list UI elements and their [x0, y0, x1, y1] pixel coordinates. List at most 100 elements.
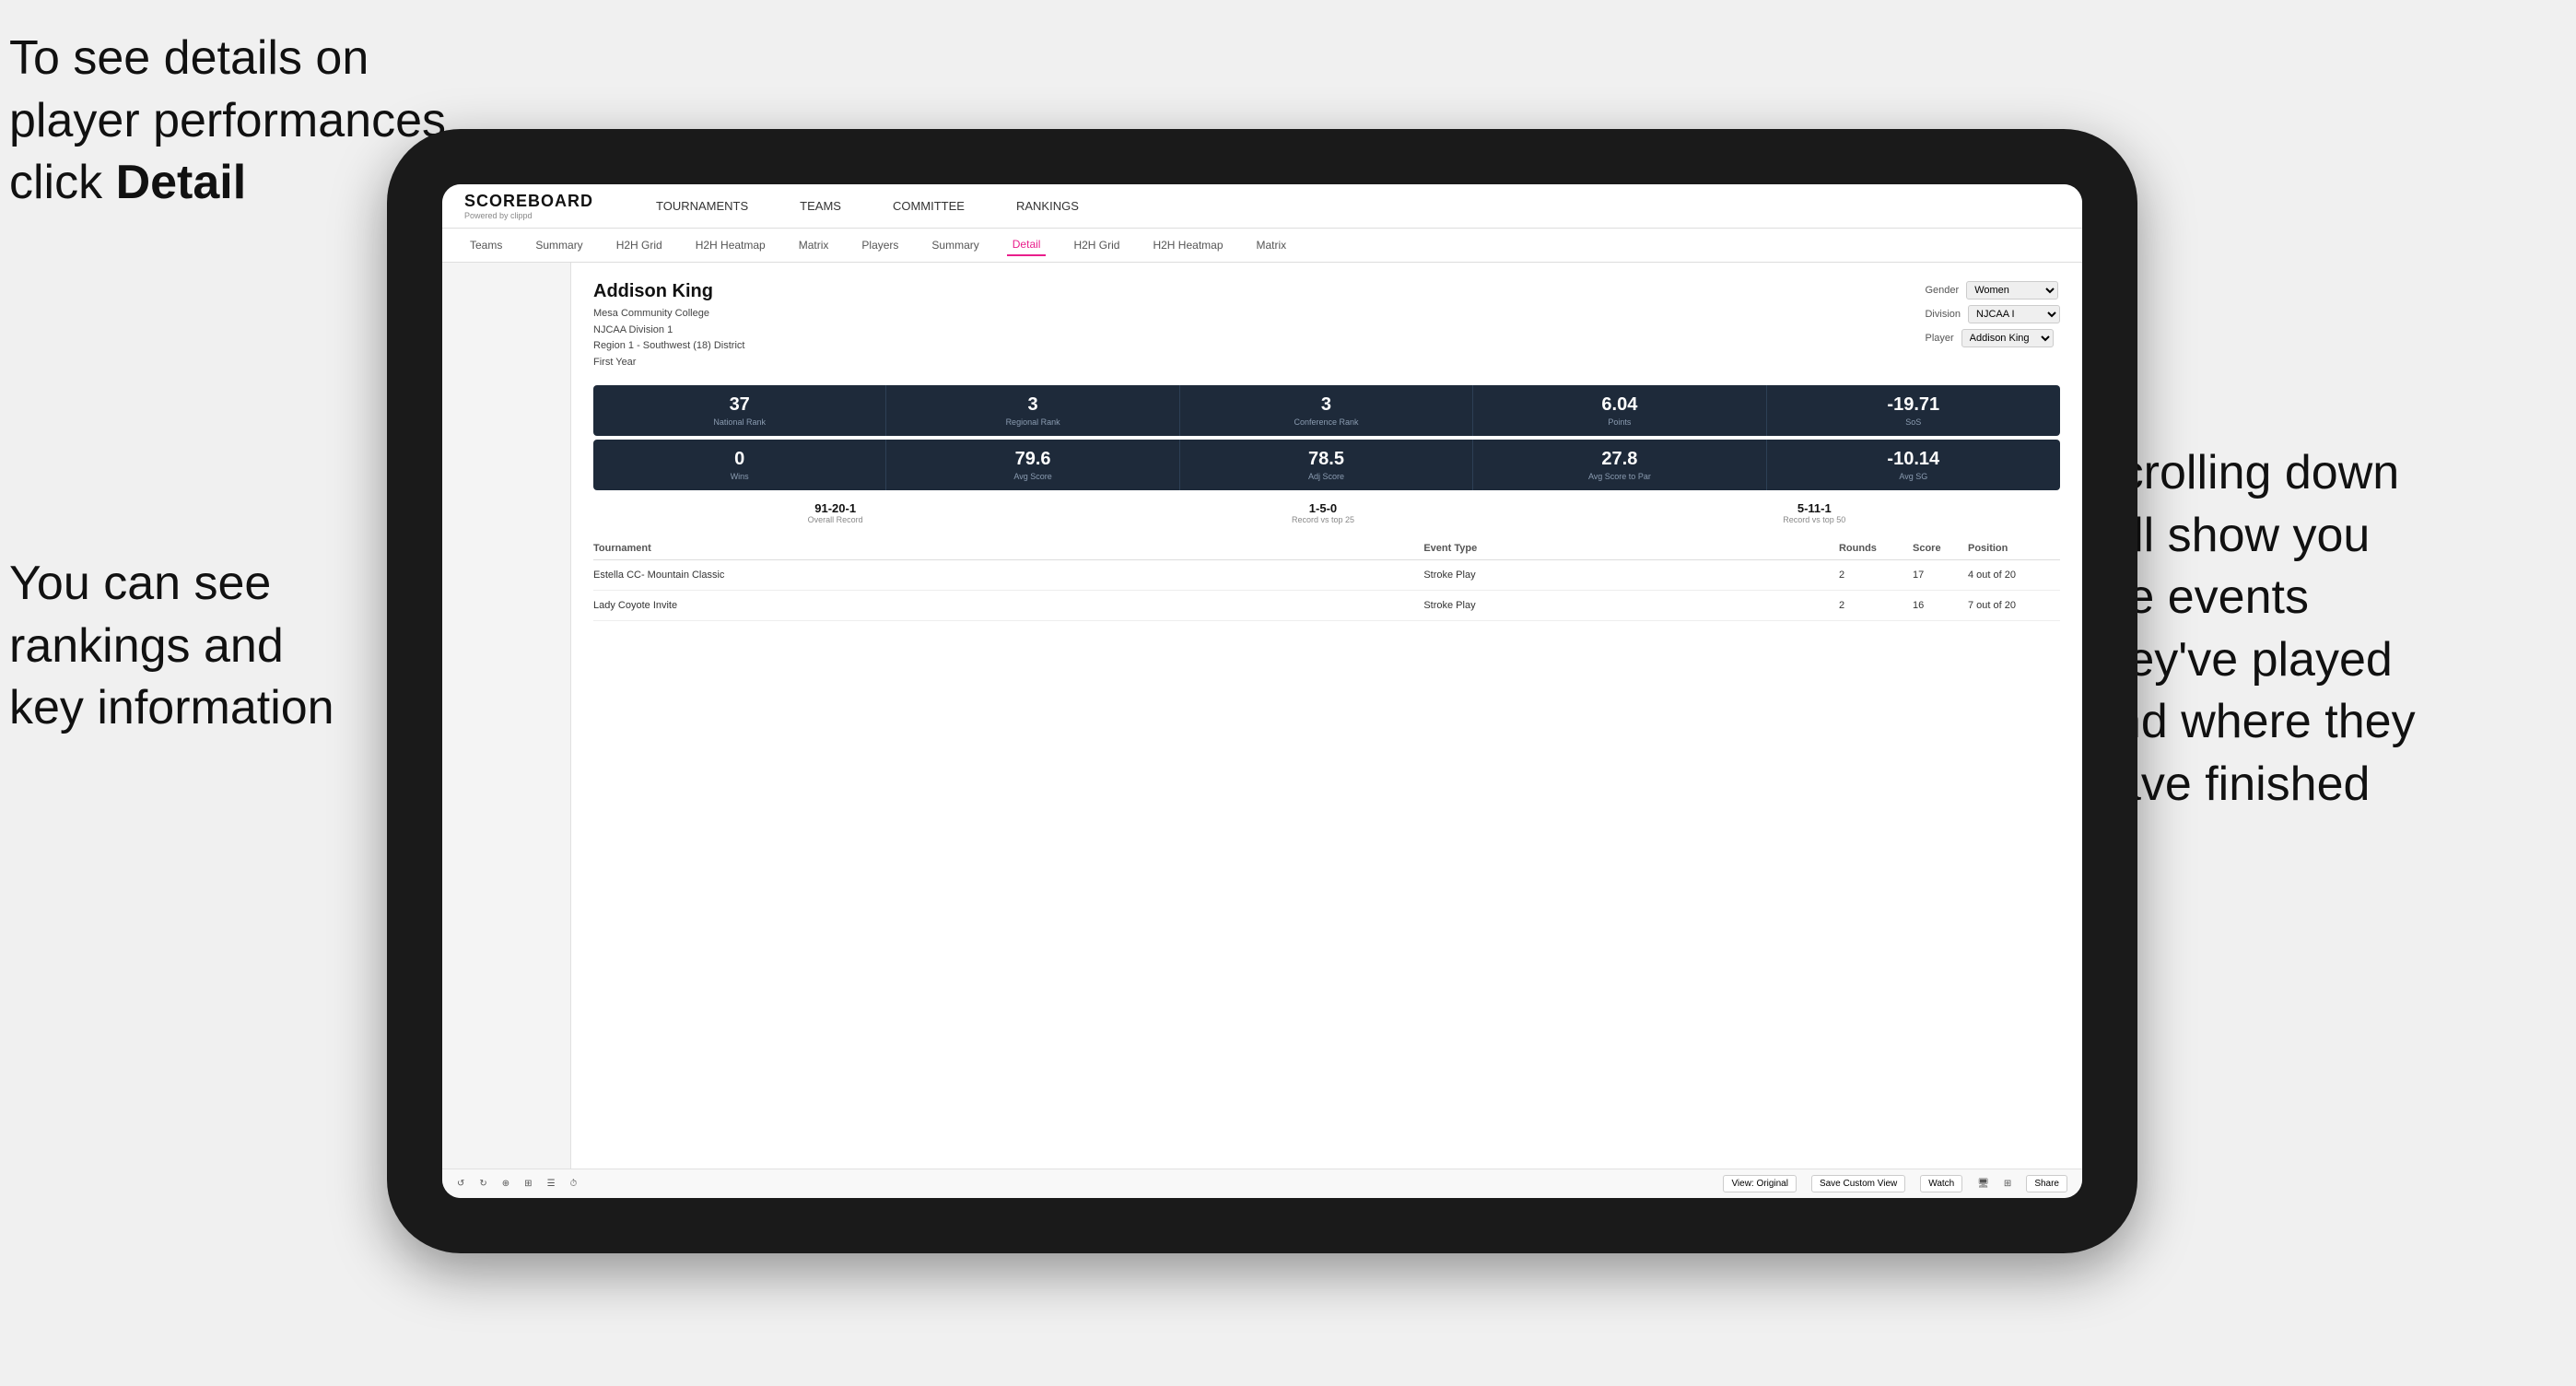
nav-tournaments[interactable]: TOURNAMENTS [649, 195, 755, 217]
row1-rounds: 2 [1839, 570, 1913, 581]
row1-score: 17 [1913, 570, 1968, 581]
player-region: Region 1 - Southwest (18) District [593, 338, 744, 355]
stat-conference-rank: 3 Conference Rank [1180, 385, 1473, 436]
stat-wins: 0 Wins [593, 440, 886, 490]
sub-nav-h2h-grid[interactable]: H2H Grid [611, 235, 668, 255]
avg-score-to-par-value: 27.8 [1481, 449, 1758, 470]
conference-rank-label: Conference Rank [1188, 417, 1465, 427]
player-header: Addison King Mesa Community College NJCA… [593, 281, 2060, 370]
stat-avg-sg: -10.14 Avg SG [1767, 440, 2060, 490]
col-score: Score [1913, 543, 1968, 554]
toolbar-icon1[interactable]: ⊕ [502, 1179, 509, 1189]
toolbar-icon2[interactable]: ⊞ [524, 1179, 532, 1189]
undo-icon[interactable]: ↺ [457, 1179, 464, 1189]
conference-rank-value: 3 [1188, 394, 1465, 416]
wins-label: Wins [601, 472, 878, 481]
watch-button[interactable]: Watch [1920, 1175, 1962, 1192]
gender-select[interactable]: Women [1966, 281, 2058, 300]
division-select[interactable]: NJCAA I [1968, 305, 2060, 323]
player-selectors: Gender Women Division NJCAA I [1925, 281, 2060, 347]
toolbar-icon5[interactable]: 🖥 [1977, 1179, 1989, 1189]
annotation-top-left: To see details on player performances cl… [9, 28, 451, 215]
sos-value: -19.71 [1774, 394, 2053, 416]
sub-nav-summary[interactable]: Summary [530, 235, 588, 255]
tablet-frame: SCOREBOARD Powered by clippd TOURNAMENTS… [387, 129, 2137, 1253]
overall-record-value: 91-20-1 [808, 501, 863, 515]
tablet-screen: SCOREBOARD Powered by clippd TOURNAMENTS… [442, 184, 2082, 1198]
table-row[interactable]: Estella CC- Mountain Classic Stroke Play… [593, 560, 2060, 591]
player-name: Addison King [593, 281, 744, 302]
view-original-button[interactable]: View: Original [1723, 1175, 1797, 1192]
row1-tournament: Estella CC- Mountain Classic [593, 570, 1423, 581]
sub-nav-summary2[interactable]: Summary [926, 235, 984, 255]
sub-nav-teams[interactable]: Teams [464, 235, 508, 255]
top50-record-label: Record vs top 50 [1783, 515, 1845, 524]
redo-icon[interactable]: ↻ [479, 1179, 486, 1189]
table-header: Tournament Event Type Rounds Score Posit… [593, 537, 2060, 560]
row1-event-type: Stroke Play [1423, 570, 1839, 581]
top25-record-value: 1-5-0 [1292, 501, 1354, 515]
sub-nav-matrix2[interactable]: Matrix [1251, 235, 1293, 255]
sos-label: SoS [1774, 417, 2053, 427]
player-selector-label: Player [1925, 333, 1953, 344]
records-row: 91-20-1 Overall Record 1-5-0 Record vs t… [593, 501, 2060, 524]
stat-adj-score: 78.5 Adj Score [1180, 440, 1473, 490]
national-rank-label: National Rank [601, 417, 878, 427]
gender-label: Gender [1925, 285, 1959, 296]
content-area: Addison King Mesa Community College NJCA… [442, 263, 2082, 1169]
record-overall: 91-20-1 Overall Record [808, 501, 863, 524]
division-selector-row: Division NJCAA I [1925, 305, 2060, 323]
main-panel: Addison King Mesa Community College NJCA… [571, 263, 2082, 1169]
stat-avg-score-to-par: 27.8 Avg Score to Par [1473, 440, 1766, 490]
avg-sg-label: Avg SG [1774, 472, 2053, 481]
gender-selector-row: Gender Women [1925, 281, 2060, 300]
annotation-right: Scrolling down will show you the events … [2088, 442, 2567, 816]
nav-teams[interactable]: TEAMS [792, 195, 849, 217]
avg-score-to-par-label: Avg Score to Par [1481, 472, 1758, 481]
stat-avg-score: 79.6 Avg Score [886, 440, 1179, 490]
sub-nav-h2h-heatmap2[interactable]: H2H Heatmap [1147, 235, 1228, 255]
stat-sos: -19.71 SoS [1767, 385, 2060, 436]
avg-score-value: 79.6 [894, 449, 1171, 470]
toolbar-icon4[interactable]: ⏱ [570, 1179, 578, 1189]
col-event-type: Event Type [1423, 543, 1839, 554]
division-label: Division [1925, 309, 1961, 320]
player-select[interactable]: Addison King [1961, 329, 2054, 347]
logo-sub: Powered by clippd [464, 211, 593, 220]
row2-score: 16 [1913, 600, 1968, 611]
avg-sg-value: -10.14 [1774, 449, 2053, 470]
table-row[interactable]: Lady Coyote Invite Stroke Play 2 16 7 ou… [593, 591, 2060, 621]
logo-area: SCOREBOARD Powered by clippd [464, 192, 593, 220]
toolbar-icon6[interactable]: ⊞ [2004, 1179, 2011, 1189]
stats-grid-2: 0 Wins 79.6 Avg Score 78.5 Adj Score 27.… [593, 440, 2060, 490]
player-division: NJCAA Division 1 [593, 323, 744, 339]
left-panel [442, 263, 571, 1169]
avg-score-label: Avg Score [894, 472, 1171, 481]
adj-score-label: Adj Score [1188, 472, 1465, 481]
sub-nav-h2h-grid2[interactable]: H2H Grid [1068, 235, 1125, 255]
row2-position: 7 out of 20 [1968, 600, 2060, 611]
stat-national-rank: 37 National Rank [593, 385, 886, 436]
col-tournament: Tournament [593, 543, 1423, 554]
stat-regional-rank: 3 Regional Rank [886, 385, 1179, 436]
save-custom-button[interactable]: Save Custom View [1811, 1175, 1905, 1192]
row1-position: 4 out of 20 [1968, 570, 2060, 581]
top50-record-value: 5-11-1 [1783, 501, 1845, 515]
tournaments-table: Tournament Event Type Rounds Score Posit… [593, 537, 2060, 621]
stats-grid-1: 37 National Rank 3 Regional Rank 3 Confe… [593, 385, 2060, 436]
bottom-toolbar: ↺ ↻ ⊕ ⊞ ☰ ⏱ View: Original Save Custom V… [442, 1169, 2082, 1198]
sub-nav-h2h-heatmap[interactable]: H2H Heatmap [690, 235, 771, 255]
sub-nav-matrix[interactable]: Matrix [793, 235, 835, 255]
toolbar-icon3[interactable]: ☰ [547, 1179, 556, 1189]
sub-nav-players[interactable]: Players [856, 235, 904, 255]
record-top50: 5-11-1 Record vs top 50 [1783, 501, 1845, 524]
player-college: Mesa Community College [593, 306, 744, 323]
nav-committee[interactable]: COMMITTEE [885, 195, 972, 217]
record-top25: 1-5-0 Record vs top 25 [1292, 501, 1354, 524]
nav-rankings[interactable]: RANKINGS [1009, 195, 1086, 217]
annotation-bottom-left: You can see rankings and key information [9, 553, 451, 740]
stat-points: 6.04 Points [1473, 385, 1766, 436]
share-button[interactable]: Share [2026, 1175, 2067, 1192]
sub-nav-detail[interactable]: Detail [1007, 234, 1047, 256]
regional-rank-label: Regional Rank [894, 417, 1171, 427]
